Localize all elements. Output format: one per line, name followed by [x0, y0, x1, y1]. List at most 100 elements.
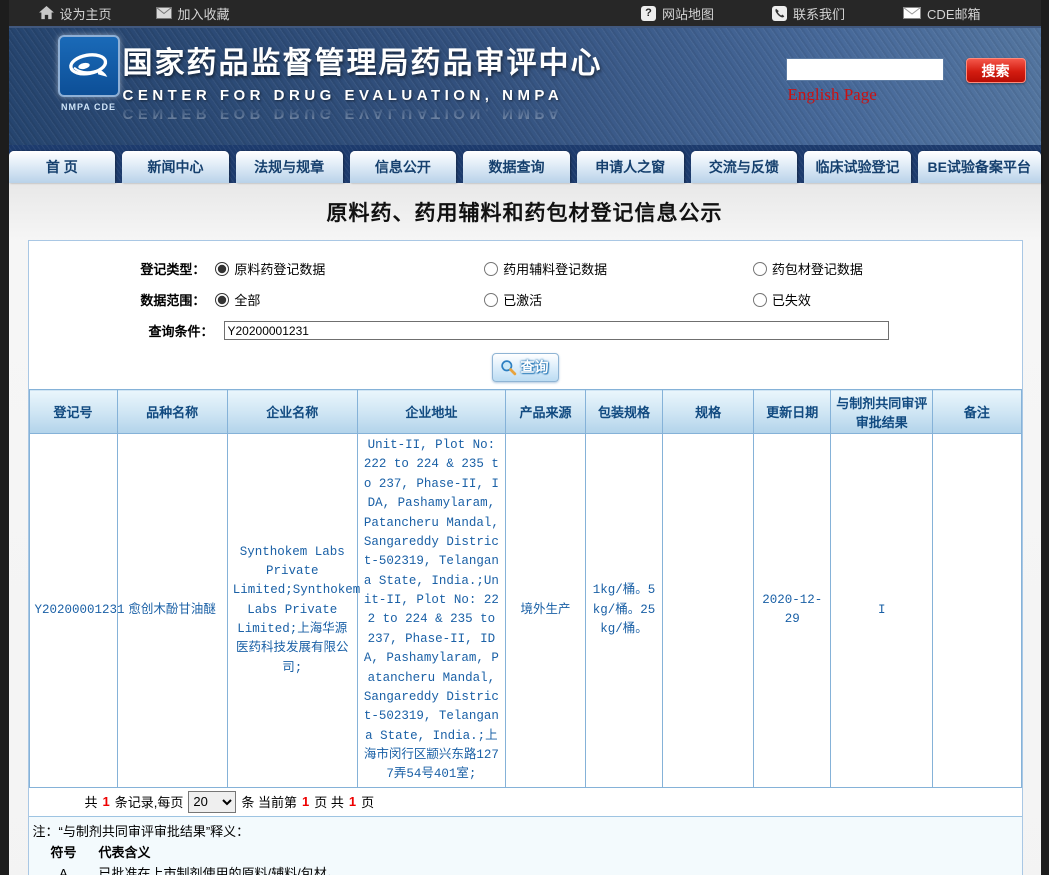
notes-title: 注：“与制剂共同审评审批结果”释义： — [32, 823, 250, 839]
add-favorite-label: 加入收藏 — [177, 6, 230, 22]
col-company-address: 企业地址 — [356, 389, 506, 434]
notes-symbol: A — [59, 865, 68, 875]
cell-remark — [932, 433, 1022, 788]
set-home-label: 设为主页 — [59, 6, 112, 22]
page-title: 原料药、药用辅料和药包材登记信息公示 — [326, 202, 723, 225]
pagination-bar: 共 1 条记录,每页 20 条 当前第 1 页 共 1 页 — [29, 788, 1022, 816]
scope-option-label: 已激活 — [503, 293, 543, 308]
page-size-select[interactable]: 20 — [188, 790, 237, 813]
query-condition-label: 查询条件： — [148, 324, 214, 339]
legend-notes: 注：“与制剂共同审评审批结果”释义： 符号 代表含义 A 已批准在上市制剂使用的… — [28, 815, 1022, 875]
col-joint-review-result: 与制剂共同审评审批结果 — [830, 389, 934, 434]
tab-data-query[interactable]: 数据查询 — [463, 151, 570, 183]
tab-news[interactable]: 新闻中心 — [122, 151, 229, 183]
pager-prefix: 共 — [84, 795, 98, 811]
col-update-date: 更新日期 — [753, 389, 832, 434]
cde-logo-icon — [57, 35, 120, 97]
reg-type-option-label: 药用辅料登记数据 — [503, 262, 608, 277]
logo-caption: NMPA CDE — [61, 102, 116, 112]
tab-feedback[interactable]: 交流与反馈 — [690, 151, 798, 183]
pager-current: 1 — [302, 794, 310, 810]
page-wrapper: 设为主页 加入收藏 ? 网站地图 联系我们 CDE邮箱 NMPA CDE 国家药… — [8, 0, 1041, 875]
header-search-input[interactable] — [785, 58, 944, 81]
reg-type-label: 登记类型： — [140, 262, 206, 277]
scope-option-all[interactable]: 全部 — [215, 290, 484, 309]
reg-type-radio-packaging[interactable] — [752, 261, 767, 276]
scope-label: 数据范围： — [140, 293, 206, 308]
reg-type-radio-excipient[interactable] — [484, 261, 499, 276]
reg-type-option-packaging[interactable]: 药包材登记数据 — [752, 259, 1022, 278]
cell-update-date: 2020-12-29 — [753, 433, 832, 788]
pager-mid1: 条记录,每页 — [114, 795, 184, 811]
pager-mid2: 条 当前第 — [241, 795, 297, 811]
query-condition-input[interactable] — [223, 321, 889, 340]
cde-mail-label: CDE邮箱 — [927, 6, 981, 22]
english-page-link[interactable]: English Page — [788, 85, 877, 105]
scope-radio-active[interactable] — [484, 292, 499, 307]
scope-radio-invalid[interactable] — [752, 292, 767, 307]
col-packaging-spec: 包装规格 — [585, 389, 664, 434]
home-icon — [38, 6, 54, 20]
reg-type-radio-api[interactable] — [215, 261, 230, 276]
table-row: Y20200001231 愈创木酚甘油醚 Synthokem Labs Priv… — [28, 433, 1022, 788]
reg-type-option-excipient[interactable]: 药用辅料登记数据 — [484, 259, 753, 278]
header-search-button[interactable]: 搜索 — [965, 58, 1026, 83]
query-button[interactable]: 查询 — [491, 353, 559, 382]
site-title: 国家药品监督管理局药品审评中心 — [122, 47, 603, 80]
tab-be-platform[interactable]: BE试验备案平台 — [917, 151, 1041, 183]
table-header-row: 登记号 品种名称 企业名称 企业地址 产品来源 包装规格 规格 更新日期 与制剂… — [28, 389, 1022, 434]
scope-radio-all[interactable] — [215, 292, 230, 307]
tab-home[interactable]: 首 页 — [8, 151, 116, 183]
results-table: 登记号 品种名称 企业名称 企业地址 产品来源 包装规格 规格 更新日期 与制剂… — [28, 389, 1022, 788]
pager-mid3: 页 共 — [314, 795, 344, 811]
tab-info-disclosure[interactable]: 信息公开 — [349, 151, 457, 183]
col-company-name: 企业名称 — [226, 389, 358, 434]
reg-type-option-label: 药包材登记数据 — [771, 262, 863, 277]
query-panel: 登记类型： 原料药登记数据 药用辅料登记数据 药包材登记数据 数据范围： 全部 … — [27, 240, 1023, 875]
scope-option-label: 全部 — [234, 293, 261, 308]
sitemap-link[interactable]: ? 网站地图 — [641, 4, 714, 23]
cde-logo: NMPA CDE — [56, 35, 122, 112]
col-reg-no: 登记号 — [28, 389, 118, 434]
cell-packaging-spec: 1kg/桶。5kg/桶。25kg/桶。 — [585, 433, 664, 788]
top-utility-bar: 设为主页 加入收藏 ? 网站地图 联系我们 CDE邮箱 — [8, 0, 1041, 28]
tab-applicant-window[interactable]: 申请人之窗 — [576, 151, 684, 183]
tab-clinical-trial[interactable]: 临床试验登记 — [804, 151, 911, 183]
main-nav: 首 页 新闻中心 法规与规章 信息公开 数据查询 申请人之窗 交流与反馈 临床试… — [8, 145, 1041, 183]
cde-mail-link[interactable]: CDE邮箱 — [903, 4, 981, 23]
cell-product-name: 愈创木酚甘油醚 — [116, 433, 228, 788]
contact-label: 联系我们 — [793, 6, 846, 22]
notes-row-a: A 已批准在上市制剂使用的原料/辅料/包材。 — [29, 863, 1022, 875]
site-subtitle-reflection: CENTER FOR DRUG EVALUATION, NMPA — [122, 105, 564, 122]
col-spec: 规格 — [662, 389, 755, 434]
cell-reg-no: Y20200001231 — [28, 433, 125, 788]
cell-product-source: 境外生产 — [504, 433, 587, 788]
pager-suffix: 页 — [361, 795, 375, 811]
reg-type-option-label: 原料药登记数据 — [234, 262, 326, 277]
scope-option-active[interactable]: 已激活 — [484, 290, 753, 309]
notes-col-symbol: 符号 — [50, 844, 77, 860]
cell-joint-review-result: I — [830, 433, 934, 788]
tab-regulations[interactable]: 法规与规章 — [235, 151, 343, 183]
brand-block: 国家药品监督管理局药品审评中心 CENTER FOR DRUG EVALUATI… — [123, 38, 603, 122]
col-product-source: 产品来源 — [504, 389, 587, 434]
set-home-link[interactable]: 设为主页 — [38, 4, 112, 23]
cell-company-address: Unit-II, Plot No: 222 to 224 & 235 to 23… — [356, 433, 506, 788]
cell-spec — [662, 433, 755, 788]
phone-icon — [772, 5, 788, 21]
notes-header-row: 符号 代表含义 — [29, 842, 1022, 863]
scope-option-invalid[interactable]: 已失效 — [752, 290, 1022, 309]
add-favorite-link[interactable]: 加入收藏 — [155, 4, 230, 23]
pager-pages: 1 — [348, 794, 357, 810]
contact-link[interactable]: 联系我们 — [772, 4, 845, 23]
col-remark: 备注 — [932, 389, 1022, 434]
query-button-label: 查询 — [520, 359, 549, 375]
reg-type-option-api[interactable]: 原料药登记数据 — [215, 259, 484, 278]
magnifier-icon — [500, 359, 517, 376]
mail-icon — [903, 7, 922, 19]
query-form: 登记类型： 原料药登记数据 药用辅料登记数据 药包材登记数据 数据范围： 全部 … — [29, 241, 1022, 389]
cell-company-name: Synthokem Labs Private Limited;Synthokem… — [226, 433, 360, 788]
notes-meaning: 已批准在上市制剂使用的原料/辅料/包材。 — [98, 865, 340, 875]
sitemap-label: 网站地图 — [662, 6, 715, 22]
envelope-icon — [155, 7, 172, 19]
